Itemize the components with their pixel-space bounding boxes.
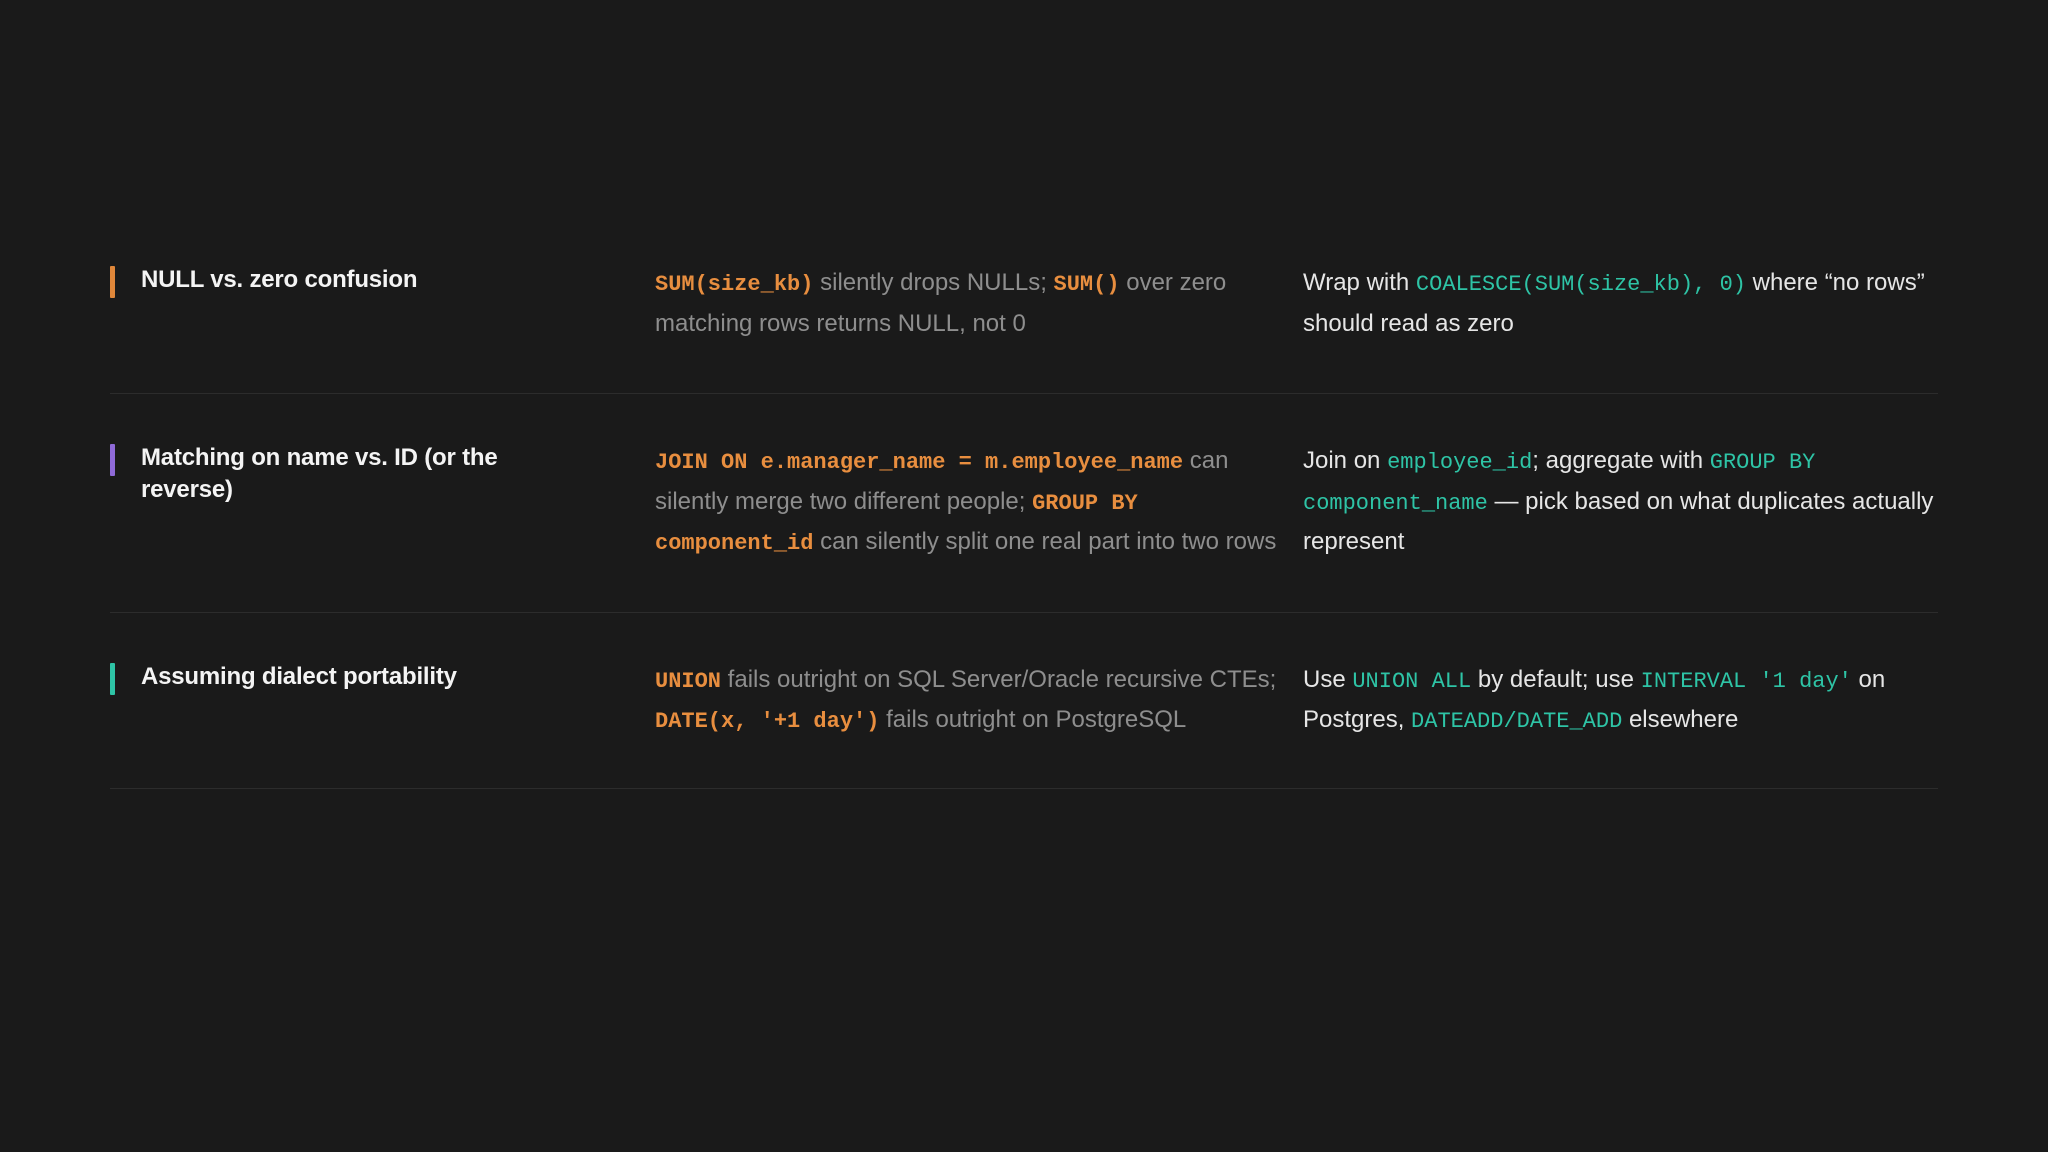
problem-text: can silently split one real part into tw…	[813, 528, 1277, 555]
problem-code: SUM()	[1053, 272, 1120, 297]
problem-code: DATE(x, '+1 day')	[655, 709, 880, 734]
fix-code: DATEADD/DATE_ADD	[1411, 709, 1623, 734]
problem-code: JOIN ON e.manager_name = m.employee_name	[655, 450, 1184, 475]
accent-bar	[110, 662, 115, 695]
problem-text: silently drops NULLs;	[813, 269, 1054, 296]
fix-code: UNION ALL	[1352, 668, 1472, 694]
fix-text: Join on	[1303, 447, 1388, 474]
fix-text: Wrap with	[1303, 269, 1416, 296]
problem-text: fails outright on PostgreSQL	[879, 706, 1187, 733]
fix-code: COALESCE(SUM(size_kb), 0)	[1415, 272, 1746, 297]
problem-description: UNION fails outright on SQL Server/Oracl…	[655, 661, 1303, 742]
pitfall-label: Assuming dialect portability	[110, 661, 655, 742]
problem-code: UNION	[655, 668, 722, 694]
pitfall-label: Matching on name vs. ID (or the reverse)	[110, 442, 655, 564]
fix-description: Wrap with COALESCE(SUM(size_kb), 0) wher…	[1303, 264, 1938, 343]
pitfall-label: NULL vs. zero confusion	[110, 264, 655, 343]
pitfall-label-text: Matching on name vs. ID (or the reverse)	[141, 444, 498, 503]
fix-text: by default; use	[1471, 665, 1641, 693]
pitfall-label-text: NULL vs. zero confusion	[141, 266, 418, 293]
fix-text: elsewhere	[1622, 706, 1739, 733]
fix-text: ; aggregate with	[1532, 447, 1710, 474]
pitfalls-table: NULL vs. zero confusion SUM(size_kb) sil…	[110, 230, 1938, 789]
problem-text: fails outright on SQL Server/Oracle recu…	[721, 665, 1277, 693]
pitfall-row: Matching on name vs. ID (or the reverse)…	[110, 394, 1938, 613]
accent-bar	[110, 266, 115, 298]
fix-text: Use	[1303, 665, 1353, 693]
problem-description: JOIN ON e.manager_name = m.employee_name…	[655, 442, 1303, 564]
pitfall-row: Assuming dialect portability UNION fails…	[110, 613, 1938, 789]
fix-code: employee_id	[1387, 450, 1533, 475]
problem-description: SUM(size_kb) silently drops NULLs; SUM()…	[655, 264, 1303, 343]
problem-code: SUM(size_kb)	[655, 272, 814, 297]
fix-code: INTERVAL '1 day'	[1640, 668, 1852, 694]
pitfall-row: NULL vs. zero confusion SUM(size_kb) sil…	[110, 230, 1938, 394]
accent-bar	[110, 444, 115, 476]
pitfall-label-text: Assuming dialect portability	[141, 662, 457, 690]
fix-description: Join on employee_id; aggregate with GROU…	[1303, 442, 1938, 564]
fix-description: Use UNION ALL by default; use INTERVAL '…	[1303, 661, 1938, 742]
